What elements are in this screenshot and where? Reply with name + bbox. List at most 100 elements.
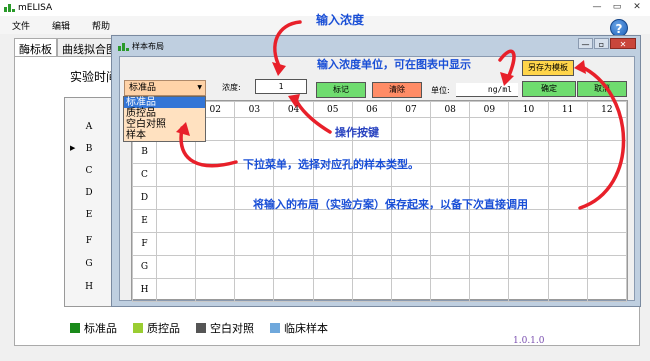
plate-well[interactable] bbox=[430, 209, 471, 233]
dropdown-option[interactable]: 空白对照 bbox=[124, 119, 205, 130]
plate-well[interactable] bbox=[273, 232, 314, 256]
menu-file[interactable]: 文件 bbox=[12, 19, 30, 32]
plate-well[interactable] bbox=[547, 117, 588, 141]
ok-button[interactable]: 确定 bbox=[522, 81, 576, 97]
plate-row-header[interactable]: F bbox=[132, 232, 157, 256]
dialog-minimize-button[interactable]: — bbox=[578, 38, 593, 49]
plate-well[interactable] bbox=[312, 278, 353, 302]
plate-well[interactable] bbox=[155, 186, 197, 210]
plate-column-header[interactable]: 08 bbox=[430, 101, 471, 118]
plate-well[interactable] bbox=[351, 232, 392, 256]
plate-column-header[interactable]: 05 bbox=[312, 101, 353, 118]
plate-well[interactable] bbox=[430, 232, 471, 256]
plate-well[interactable] bbox=[390, 232, 432, 256]
plate-well[interactable] bbox=[586, 255, 628, 279]
plate-well[interactable] bbox=[155, 209, 197, 233]
plate-well[interactable] bbox=[430, 255, 471, 279]
plate-well[interactable] bbox=[273, 209, 314, 233]
plate-well[interactable] bbox=[234, 232, 275, 256]
plate-well[interactable] bbox=[547, 255, 588, 279]
plate-well[interactable] bbox=[547, 163, 588, 187]
plate-well[interactable] bbox=[469, 278, 510, 302]
plate-row-header[interactable]: B bbox=[132, 140, 157, 164]
plate-well[interactable] bbox=[390, 117, 432, 141]
plate-well[interactable] bbox=[508, 232, 549, 256]
plate-well[interactable] bbox=[234, 255, 275, 279]
plate-well[interactable] bbox=[195, 186, 236, 210]
plate-column-header[interactable]: 06 bbox=[351, 101, 392, 118]
plate-well[interactable] bbox=[547, 278, 588, 302]
plate-well[interactable] bbox=[469, 209, 510, 233]
dropdown-option[interactable]: 质控品 bbox=[124, 108, 205, 119]
plate-well[interactable] bbox=[508, 278, 549, 302]
plate-well[interactable] bbox=[547, 209, 588, 233]
plate-well[interactable] bbox=[469, 255, 510, 279]
plate-well[interactable] bbox=[195, 255, 236, 279]
plate-well[interactable] bbox=[195, 209, 236, 233]
plate-well[interactable] bbox=[351, 255, 392, 279]
cancel-button[interactable]: 取消 bbox=[577, 81, 627, 97]
plate-well[interactable] bbox=[155, 163, 197, 187]
plate-well[interactable] bbox=[469, 163, 510, 187]
minimize-button[interactable]: — bbox=[588, 1, 606, 14]
plate-well[interactable] bbox=[155, 140, 197, 164]
plate-well[interactable] bbox=[234, 209, 275, 233]
plate-well[interactable] bbox=[195, 232, 236, 256]
restore-button[interactable]: ▭ bbox=[608, 1, 626, 14]
plate-column-header[interactable]: 09 bbox=[469, 101, 510, 118]
plate-row-header[interactable]: G bbox=[132, 255, 157, 279]
dialog-titlebar[interactable]: 样本布局 bbox=[112, 36, 640, 56]
plate-well[interactable] bbox=[430, 117, 471, 141]
plate-well[interactable] bbox=[586, 140, 628, 164]
plate-well[interactable] bbox=[234, 278, 275, 302]
plate-well[interactable] bbox=[508, 255, 549, 279]
plate-column-header[interactable]: 10 bbox=[508, 101, 549, 118]
clear-button[interactable]: 清除 bbox=[372, 82, 422, 98]
plate-row-header[interactable]: C bbox=[132, 163, 157, 187]
sample-type-select[interactable]: 标准品 ▼ bbox=[124, 80, 206, 96]
plate-well[interactable] bbox=[586, 117, 628, 141]
plate-well[interactable] bbox=[195, 278, 236, 302]
plate-row-header[interactable]: H bbox=[132, 278, 157, 302]
plate-column-header[interactable]: 03 bbox=[234, 101, 275, 118]
plate-well[interactable] bbox=[195, 140, 236, 164]
plate-column-header[interactable]: 04 bbox=[273, 101, 314, 118]
plate-well[interactable] bbox=[390, 255, 432, 279]
unit-input[interactable]: ng/ml bbox=[456, 83, 518, 97]
plate-well[interactable] bbox=[547, 232, 588, 256]
plate-well[interactable] bbox=[351, 278, 392, 302]
plate-column-header[interactable]: 12 bbox=[586, 101, 628, 118]
plate-well[interactable] bbox=[586, 278, 628, 302]
plate-well[interactable] bbox=[547, 186, 588, 210]
plate-well[interactable] bbox=[508, 209, 549, 233]
plate-well[interactable] bbox=[430, 278, 471, 302]
plate-well[interactable] bbox=[155, 278, 197, 302]
plate-column-header[interactable]: 11 bbox=[547, 101, 588, 118]
plate-well[interactable] bbox=[390, 209, 432, 233]
plate-well[interactable] bbox=[351, 209, 392, 233]
close-button[interactable]: ✕ bbox=[628, 1, 646, 14]
plate-well[interactable] bbox=[586, 163, 628, 187]
plate-column-header[interactable]: 07 bbox=[390, 101, 432, 118]
plate-row-header[interactable]: E bbox=[132, 209, 157, 233]
plate-well[interactable] bbox=[234, 117, 275, 141]
plate-well[interactable] bbox=[430, 140, 471, 164]
concentration-input[interactable]: 1 bbox=[255, 79, 307, 94]
menu-edit[interactable]: 编辑 bbox=[52, 19, 70, 32]
plate-well[interactable] bbox=[508, 140, 549, 164]
plate-well[interactable] bbox=[195, 163, 236, 187]
plate-well[interactable] bbox=[155, 232, 197, 256]
plate-well[interactable] bbox=[586, 232, 628, 256]
save-as-template-button[interactable]: 另存为模板 bbox=[522, 60, 574, 76]
plate-well[interactable] bbox=[586, 209, 628, 233]
plate-well[interactable] bbox=[586, 186, 628, 210]
dropdown-option[interactable]: 标准品 bbox=[124, 97, 205, 108]
plate-well[interactable] bbox=[469, 232, 510, 256]
plate-well[interactable] bbox=[469, 140, 510, 164]
plate-well[interactable] bbox=[430, 163, 471, 187]
plate-well[interactable] bbox=[273, 278, 314, 302]
plate-well[interactable] bbox=[508, 163, 549, 187]
plate-well[interactable] bbox=[312, 232, 353, 256]
plate-row-header[interactable]: D bbox=[132, 186, 157, 210]
dialog-restore-button[interactable]: ▫ bbox=[594, 38, 609, 49]
